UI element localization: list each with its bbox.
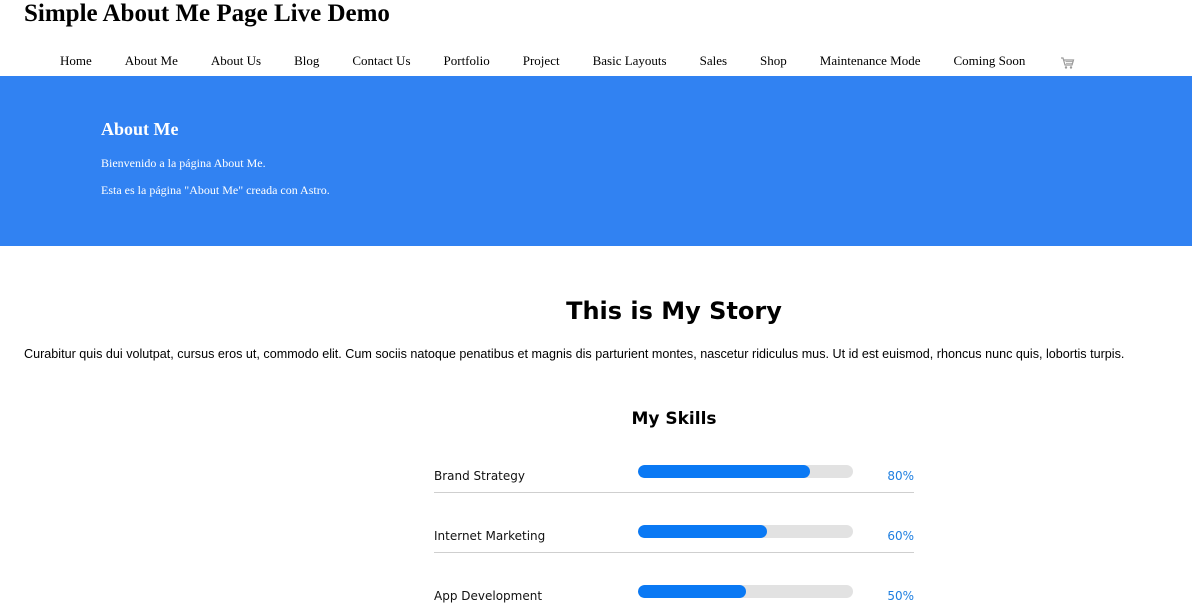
story-text: Curabitur quis dui volutpat, cursus eros… <box>24 347 1125 361</box>
nav-portfolio[interactable]: Portfolio <box>444 53 490 69</box>
hero-title: About Me <box>101 119 179 139</box>
main-nav: Home About Me About Us Blog Contact Us P… <box>60 51 1075 71</box>
nav-home[interactable]: Home <box>60 53 92 69</box>
nav-about-me[interactable]: About Me <box>125 53 178 69</box>
skill-percent: 60% <box>887 529 914 543</box>
nav-maintenance-mode[interactable]: Maintenance Mode <box>820 53 921 69</box>
nav-shop[interactable]: Shop <box>760 53 787 69</box>
skill-row: Brand Strategy 80% <box>434 456 914 493</box>
skill-progress-fill <box>638 525 767 538</box>
skill-progress-fill <box>638 585 746 598</box>
nav-blog[interactable]: Blog <box>294 53 319 69</box>
nav-project[interactable]: Project <box>523 53 560 69</box>
cart-icon[interactable] <box>1060 56 1075 70</box>
skill-name: App Development <box>434 589 543 603</box>
hero-description-text: Esta es la página "About Me" creada con … <box>101 183 330 197</box>
skill-row: App Development 50% <box>434 576 914 608</box>
nav-about-us[interactable]: About Us <box>211 53 261 69</box>
skill-progress-bar <box>638 465 853 478</box>
skill-progress-bar <box>638 525 853 538</box>
skill-percent: 80% <box>887 469 914 483</box>
skill-percent: 50% <box>887 589 914 603</box>
skill-name: Brand Strategy <box>434 469 525 483</box>
hero-banner: About Me Bienvenido a la página About Me… <box>0 76 1192 246</box>
skill-row: Internet Marketing 60% <box>434 516 914 553</box>
hero-welcome-text: Bienvenido a la página About Me. <box>101 156 266 170</box>
nav-coming-soon[interactable]: Coming Soon <box>954 53 1026 69</box>
skill-progress-fill <box>638 465 810 478</box>
nav-sales[interactable]: Sales <box>700 53 727 69</box>
nav-basic-layouts[interactable]: Basic Layouts <box>593 53 667 69</box>
site-title: Simple About Me Page Live Demo <box>24 0 390 27</box>
skills-list: Brand Strategy 80% Internet Marketing 60… <box>434 456 914 608</box>
skill-progress-bar <box>638 585 853 598</box>
skills-title: My Skills <box>631 409 717 429</box>
skill-name: Internet Marketing <box>434 529 546 543</box>
nav-contact-us[interactable]: Contact Us <box>352 53 410 69</box>
story-title: This is My Story <box>566 297 782 325</box>
